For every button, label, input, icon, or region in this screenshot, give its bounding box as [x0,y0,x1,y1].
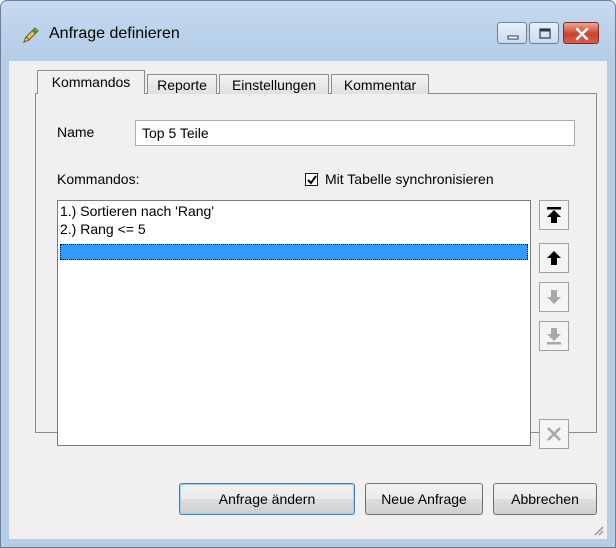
move-to-top-button[interactable] [539,200,569,230]
name-label: Name [57,124,95,140]
sync-checkbox-label[interactable]: Mit Tabelle synchronisieren [325,171,494,187]
pencil-icon [21,25,41,45]
move-to-top-icon [547,207,561,223]
minimize-button[interactable] [497,22,527,44]
tab-label: Einstellungen [231,77,317,93]
resize-grip-icon[interactable] [591,523,605,537]
new-query-button[interactable]: Neue Anfrage [365,483,483,515]
cancel-button[interactable]: Abbrechen [493,483,597,515]
close-button[interactable] [563,22,599,44]
tab-label: Kommentar [343,77,417,93]
tab-reporte[interactable]: Reporte [147,74,217,94]
commands-list[interactable]: 1.) Sortieren nach 'Rang' 2.) Rang <= 5 [57,200,531,446]
title-bar[interactable]: Anfrage definieren [1,1,615,61]
maximize-icon [539,28,551,39]
window-title: Anfrage definieren [49,25,180,42]
delete-button[interactable] [539,419,569,449]
move-to-bottom-button[interactable] [539,321,569,351]
sync-checkbox[interactable] [305,173,318,186]
move-down-button[interactable] [539,282,569,312]
tab-einstellungen[interactable]: Einstellungen [219,74,329,94]
move-up-icon [547,251,561,265]
maximize-button[interactable] [529,22,559,44]
tab-label: Reporte [157,77,207,93]
list-item-selected[interactable] [60,244,528,260]
tab-kommandos[interactable]: Kommandos [37,70,145,94]
dialog-window: Anfrage definieren Kommandos Reporte Ein… [0,0,616,548]
dialog-client-area: Kommandos Reporte Einstellungen Kommenta… [9,61,607,539]
checkmark-icon [307,175,317,185]
move-up-button[interactable] [539,243,569,273]
minimize-icon [507,35,519,40]
list-item[interactable]: 2.) Rang <= 5 [60,221,146,237]
close-icon [575,27,589,41]
move-to-bottom-icon [547,328,561,345]
change-query-button[interactable]: Anfrage ändern [179,483,355,515]
name-field[interactable]: Top 5 Teile [135,120,575,146]
delete-icon [547,427,561,441]
tab-kommentar[interactable]: Kommentar [331,74,429,94]
list-item[interactable]: 1.) Sortieren nach 'Rang' [60,203,214,219]
commands-label: Kommandos: [57,171,140,187]
move-down-icon [547,290,561,304]
tab-label: Kommandos [51,74,131,90]
